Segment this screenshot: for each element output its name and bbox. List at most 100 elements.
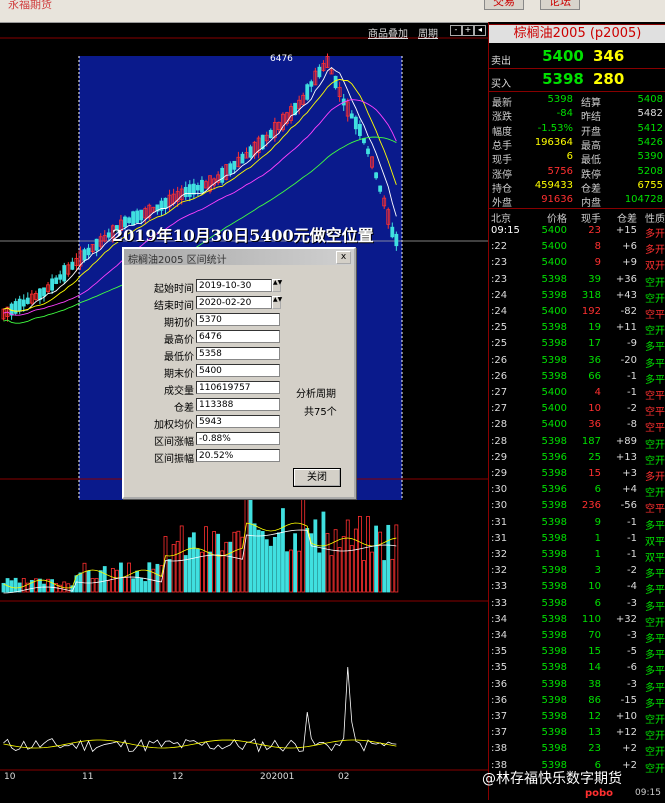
tick-oi: +10: [615, 711, 637, 722]
trade-button[interactable]: 交易: [484, 0, 524, 10]
volume-bar: [106, 580, 111, 593]
scroll-left-button[interactable]: ◂: [474, 25, 486, 36]
contract-title[interactable]: 棕榈油2005 (p2005): [489, 24, 665, 43]
chart-toolbar: 商品叠加 周期 - + ◂: [0, 24, 488, 40]
stat-label: 最高: [581, 140, 601, 152]
range-stats-dialog[interactable]: 棕榈油2005 区间统计 x 起始时间 2019-10-30 ▲▼ 结束时间 2020-…: [122, 247, 356, 499]
stat-value: 5482: [637, 108, 663, 120]
volume-bar: [366, 516, 370, 593]
high-price-label: 6476: [270, 54, 293, 64]
tick-volume: 23: [588, 225, 601, 236]
tick-nature: 多平: [645, 520, 665, 532]
zoom-in-button[interactable]: +: [462, 25, 474, 36]
volume-bar: [143, 581, 148, 593]
volume-bar: [183, 555, 188, 593]
candle: [378, 185, 383, 192]
tick-price: 5396: [541, 484, 567, 496]
field-input[interactable]: 5370: [196, 313, 280, 326]
tick-volume: 17: [588, 338, 601, 350]
field-input[interactable]: -0.88%: [196, 432, 280, 445]
tick-oi: +12: [615, 727, 637, 739]
tick-nature: 双开: [645, 261, 665, 273]
tick-row: :29 5396 25 +13 空开: [489, 452, 665, 468]
tick-volume: 12: [588, 711, 601, 722]
tick-volume: 66: [588, 370, 601, 382]
close-icon[interactable]: x: [336, 251, 351, 264]
volume-bar: [353, 528, 358, 593]
stat-label: 开盘: [581, 126, 601, 138]
dialog-titlebar[interactable]: 棕榈油2005 区间统计 x: [124, 249, 354, 266]
candle: [374, 172, 379, 179]
tick-price: 5400: [541, 241, 567, 253]
candle: [309, 81, 314, 87]
field-input[interactable]: 113388: [196, 398, 280, 411]
candle: [183, 186, 188, 198]
stat-value: 5426: [637, 136, 663, 148]
stat-label: 幅度: [492, 126, 512, 138]
candle: [191, 183, 196, 195]
tick-time: :22: [491, 241, 508, 253]
field-input[interactable]: 5358: [196, 347, 280, 360]
date-spinner-icon[interactable]: ▲▼: [272, 279, 282, 292]
field-input[interactable]: 20.52%: [196, 449, 280, 462]
candle: [362, 138, 366, 144]
tick-nature: 多平: [645, 682, 665, 694]
tick-nature: 空平: [645, 504, 665, 516]
zoom-out-button[interactable]: -: [450, 25, 462, 36]
top-link[interactable]: 永福期货: [8, 0, 52, 12]
field-input[interactable]: 5400: [196, 364, 280, 377]
tick-volume: 38: [588, 678, 601, 690]
sell-label: 卖出: [491, 56, 511, 67]
candle: [25, 297, 30, 304]
volume-bar: [224, 541, 229, 593]
tick-oi: -1: [627, 549, 637, 560]
period-link[interactable]: 周期: [418, 25, 438, 40]
candle: [349, 113, 354, 119]
tick-oi: -1: [627, 516, 637, 528]
volume-bar: [62, 581, 67, 593]
tick-time: :24: [491, 306, 508, 317]
field-input[interactable]: 2020-02-20: [196, 296, 272, 309]
tick-oi: -2: [627, 565, 637, 577]
analysis-period-label: 分析周期: [296, 389, 336, 400]
tick-volume: 23: [588, 743, 601, 755]
tick-row: :36 5398 38 -3 多平: [489, 679, 665, 695]
tick-oi: +43: [615, 289, 637, 301]
tick-time: :31: [491, 532, 508, 544]
tick-oi: -2: [627, 403, 637, 415]
volume-bar: [131, 578, 136, 593]
stat-value: 459433: [534, 179, 573, 191]
tick-oi: -9: [627, 338, 637, 350]
candle: [86, 247, 91, 256]
tick-oi: -3: [627, 678, 637, 690]
forum-button[interactable]: 论坛: [540, 0, 580, 10]
field-input[interactable]: 2019-10-30: [196, 279, 272, 292]
tick-row: :38 5398 23 +2 空开: [489, 743, 665, 759]
quote-panel: 棕榈油2005 (p2005) 卖出 5400 346 买入 5398 280 …: [488, 22, 665, 800]
stat-label: 外盘: [492, 198, 512, 210]
stat-value: 196364: [534, 136, 573, 148]
tick-nature: 空开: [645, 763, 665, 775]
tick-row: :25 5398 19 +11 空开: [489, 322, 665, 338]
stat-label: 总手: [492, 140, 512, 152]
field-input[interactable]: 6476: [196, 330, 280, 343]
field-input[interactable]: 5943: [196, 415, 280, 428]
tick-row: :23 5400 9 +9 双开: [489, 257, 665, 273]
candle: [54, 277, 59, 284]
divider: [489, 208, 665, 209]
date-spinner-icon[interactable]: ▲▼: [272, 296, 282, 309]
tick-volume: 9: [594, 257, 601, 269]
field-input[interactable]: 110619757: [196, 381, 280, 394]
tick-nature: 空开: [645, 455, 665, 467]
tick-price: 5398: [541, 678, 567, 690]
overlay-link[interactable]: 商品叠加: [368, 25, 408, 40]
close-button[interactable]: 关闭: [293, 468, 341, 487]
volume-bar: [167, 559, 172, 593]
col-volume: 现手: [581, 214, 601, 225]
volume-bar: [139, 577, 144, 593]
volume-bar: [204, 526, 208, 593]
tick-nature: 多平: [645, 342, 665, 354]
x-tick: 202001: [260, 772, 295, 782]
tick-oi: -4: [627, 581, 637, 593]
volume-bar: [345, 519, 350, 593]
